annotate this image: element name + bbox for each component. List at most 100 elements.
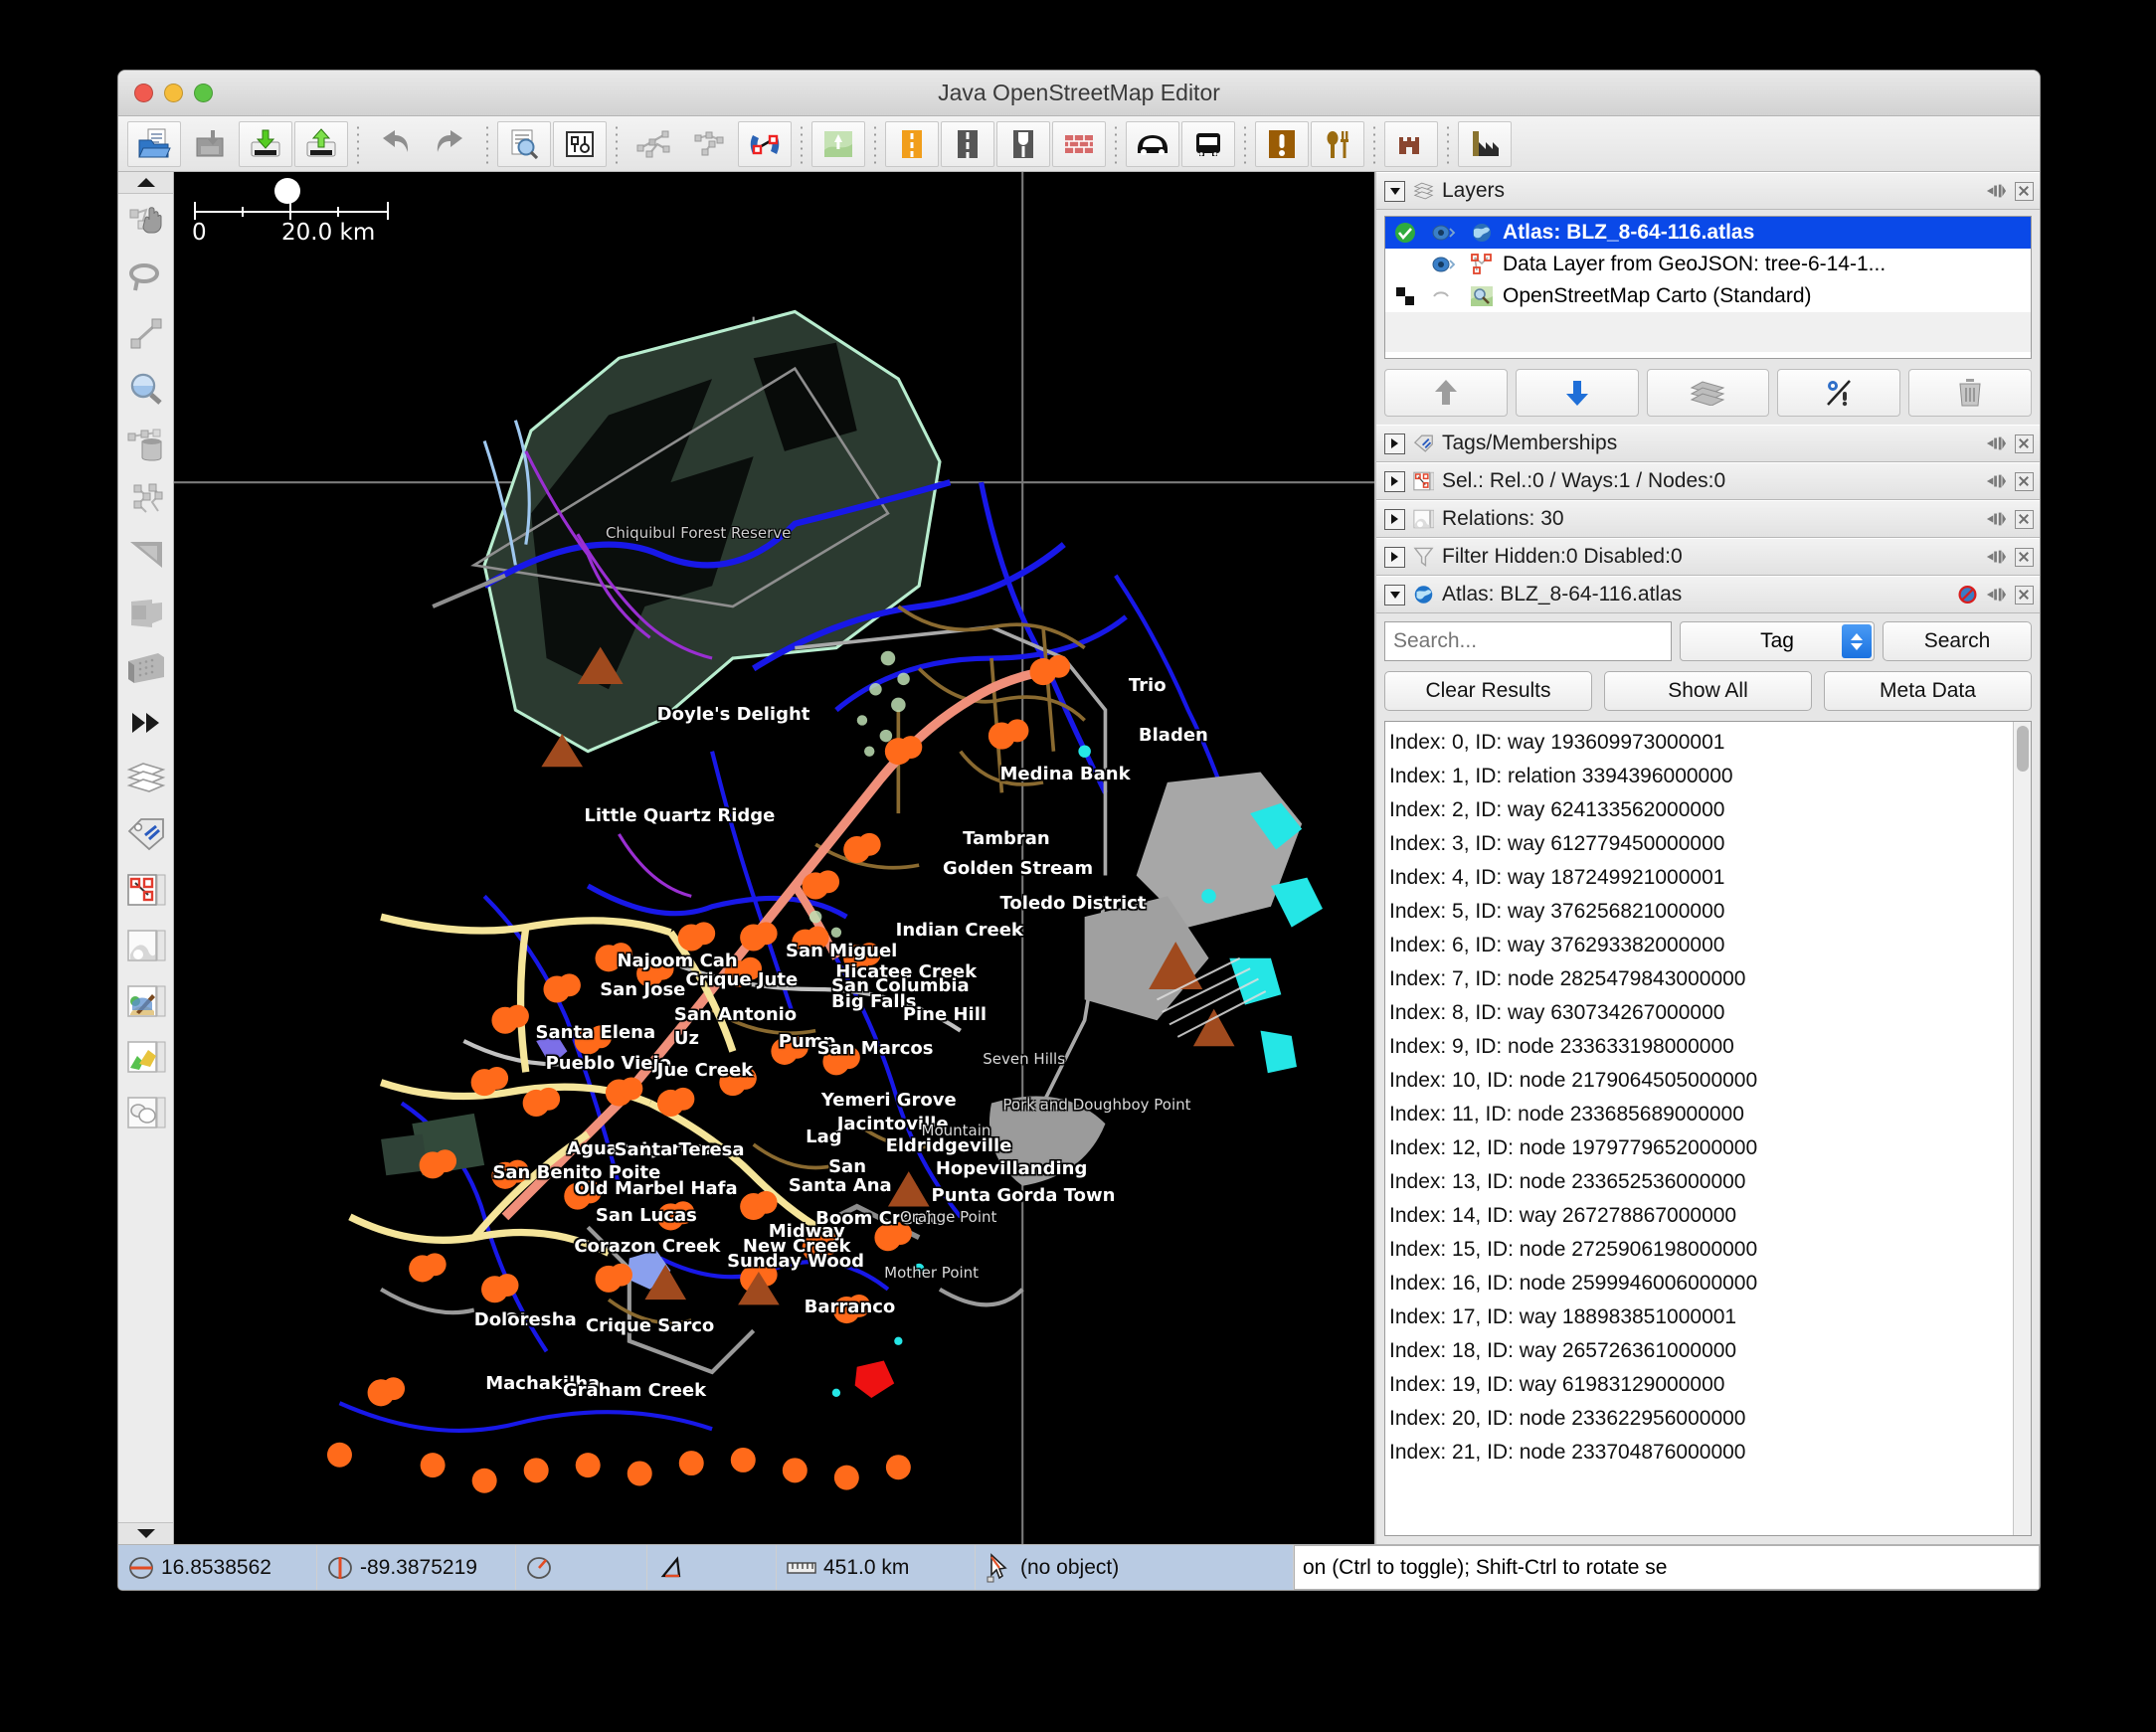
maximize-window-button[interactable] <box>194 84 213 102</box>
search-filter-select[interactable]: Tag <box>1680 621 1875 661</box>
delete-tool[interactable] <box>122 417 170 472</box>
result-row[interactable]: Index: 20, ID: node 233622956000000 <box>1389 1402 2013 1436</box>
layer-visibility-toggle[interactable] <box>1427 255 1461 274</box>
search-input[interactable] <box>1384 621 1672 661</box>
results-scrollbar[interactable] <box>2013 722 2031 1535</box>
bus-preset-button[interactable] <box>1181 121 1235 167</box>
landuse-preset-button[interactable] <box>811 121 865 167</box>
results-scroll-thumb[interactable] <box>2017 726 2029 772</box>
open-file-button[interactable] <box>127 121 181 167</box>
redo-button[interactable] <box>424 121 477 167</box>
minimize-window-button[interactable] <box>164 84 183 102</box>
map-canvas-container[interactable]: 0 20.0 km Chiquibul Forest ReserveDoyle'… <box>174 172 1376 1544</box>
meta-data-button[interactable]: Meta Data <box>1824 671 2032 711</box>
atlas-close-button[interactable] <box>2015 586 2034 605</box>
authors-toggle[interactable] <box>122 973 170 1029</box>
building-tool[interactable] <box>122 639 170 695</box>
atlas-collapse-toggle[interactable] <box>1384 585 1405 606</box>
car-preset-button[interactable] <box>1126 121 1179 167</box>
split-way-button[interactable] <box>627 121 680 167</box>
building-preset-button[interactable] <box>1052 121 1106 167</box>
result-row[interactable]: Index: 14, ID: way 267278867000000 <box>1389 1199 2013 1233</box>
move-layer-down-button[interactable] <box>1516 369 1639 417</box>
road-preset-button[interactable] <box>941 121 994 167</box>
undo-button[interactable] <box>368 121 422 167</box>
play-tool[interactable] <box>122 695 170 751</box>
selection-panel-close-button[interactable] <box>2015 472 2034 491</box>
result-row[interactable]: Index: 17, ID: way 188983851000001 <box>1389 1300 2013 1334</box>
historic-preset-button[interactable] <box>1384 121 1438 167</box>
layer-row[interactable]: OpenStreetMap Carto (Standard) <box>1385 280 2031 312</box>
selection-toggle[interactable] <box>122 862 170 918</box>
download-button[interactable] <box>239 121 292 167</box>
result-row[interactable]: Index: 2, ID: way 624133562000000 <box>1389 793 2013 827</box>
layer-active-toggle[interactable] <box>1389 287 1421 305</box>
duplicate-layer-button[interactable] <box>1647 369 1770 417</box>
result-row[interactable]: Index: 18, ID: way 265726361000000 <box>1389 1334 2013 1368</box>
result-row[interactable]: Index: 3, ID: way 612779450000000 <box>1389 827 2013 861</box>
result-row[interactable]: Index: 0, ID: way 193609973000001 <box>1389 726 2013 760</box>
layer-row[interactable]: Atlas: BLZ_8-64-116.atlas <box>1385 217 2031 249</box>
result-row[interactable]: Index: 19, ID: way 61983129000000 <box>1389 1368 2013 1402</box>
filter-panel-pin-icon[interactable] <box>1986 547 2007 568</box>
result-row[interactable]: Index: 15, ID: node 2725906198000000 <box>1389 1233 2013 1267</box>
search-button[interactable]: Search <box>1883 621 2032 661</box>
improve-way-tool[interactable] <box>122 528 170 584</box>
layer-visibility-toggle[interactable] <box>1427 286 1461 306</box>
result-row[interactable]: Index: 13, ID: node 233652536000000 <box>1389 1165 2013 1199</box>
result-row[interactable]: Index: 11, ID: node 233685689000000 <box>1389 1098 2013 1131</box>
zoom-tool[interactable] <box>122 361 170 417</box>
result-row[interactable]: Index: 8, ID: way 630734267000000 <box>1389 996 2013 1030</box>
result-row[interactable]: Index: 7, ID: node 2825479843000000 <box>1389 962 2013 996</box>
relations-toggle[interactable] <box>122 918 170 973</box>
combine-way-button[interactable] <box>682 121 736 167</box>
layers-collapse-toggle[interactable] <box>1384 181 1405 202</box>
select-tool[interactable] <box>122 194 170 250</box>
result-row[interactable]: Index: 10, ID: node 2179064505000000 <box>1389 1064 2013 1098</box>
result-row[interactable]: Index: 4, ID: way 187249921000001 <box>1389 861 2013 895</box>
reverse-way-button[interactable] <box>738 121 792 167</box>
layer-visibility-toggle[interactable] <box>1427 223 1461 243</box>
filter-panel-expand-toggle[interactable] <box>1384 547 1405 568</box>
save-as-button[interactable] <box>183 121 237 167</box>
toggle-visibility-button[interactable] <box>1777 369 1900 417</box>
layers-pin-icon[interactable] <box>1986 181 2007 202</box>
poi-preset-button[interactable] <box>1255 121 1309 167</box>
show-all-button[interactable]: Show All <box>1604 671 1812 711</box>
upload-button[interactable] <box>294 121 348 167</box>
food-preset-button[interactable] <box>1311 121 1364 167</box>
result-row[interactable]: Index: 16, ID: node 2599946006000000 <box>1389 1267 2013 1300</box>
collapse-down-icon[interactable] <box>118 1522 173 1544</box>
layers-list[interactable]: Atlas: BLZ_8-64-116.atlasData Layer from… <box>1384 216 2032 359</box>
tags-memberships-panel-close-button[interactable] <box>2015 434 2034 453</box>
relations-panel-pin-icon[interactable] <box>1986 509 2007 530</box>
result-row[interactable]: Index: 12, ID: node 1979779652000000 <box>1389 1131 2013 1165</box>
collapse-up-icon[interactable] <box>118 172 173 194</box>
result-row[interactable]: Index: 9, ID: node 233633198000000 <box>1389 1030 2013 1064</box>
result-row[interactable]: Index: 1, ID: relation 3394396000000 <box>1389 760 2013 793</box>
layers-toggle[interactable] <box>122 751 170 806</box>
layers-close-button[interactable] <box>2015 182 2034 201</box>
search-objects-button[interactable] <box>497 121 551 167</box>
selection-panel-pin-icon[interactable] <box>1986 471 2007 492</box>
relations-panel-close-button[interactable] <box>2015 510 2034 529</box>
result-row[interactable]: Index: 6, ID: way 376293382000000 <box>1389 929 2013 962</box>
clear-results-button[interactable]: Clear Results <box>1384 671 1592 711</box>
lasso-tool[interactable] <box>122 250 170 305</box>
motorway-preset-button[interactable] <box>885 121 939 167</box>
delete-layer-button[interactable] <box>1908 369 2032 417</box>
industry-preset-button[interactable] <box>1458 121 1512 167</box>
extrude-tool[interactable] <box>122 584 170 639</box>
validator-toggle[interactable] <box>122 1029 170 1085</box>
no-entry-icon[interactable] <box>1957 585 1978 606</box>
draw-tool[interactable] <box>122 305 170 361</box>
tags-memberships-panel-pin-icon[interactable] <box>1986 433 2007 454</box>
result-row[interactable]: Index: 5, ID: way 376256821000000 <box>1389 895 2013 929</box>
atlas-pin-icon[interactable] <box>1986 585 2007 606</box>
notes-toggle[interactable] <box>122 1085 170 1140</box>
search-results-list[interactable]: Index: 0, ID: way 193609973000001Index: … <box>1384 721 2032 1536</box>
selection-panel-expand-toggle[interactable] <box>1384 471 1405 492</box>
filter-panel-close-button[interactable] <box>2015 548 2034 567</box>
result-row[interactable]: Index: 21, ID: node 233704876000000 <box>1389 1436 2013 1470</box>
close-window-button[interactable] <box>134 84 153 102</box>
